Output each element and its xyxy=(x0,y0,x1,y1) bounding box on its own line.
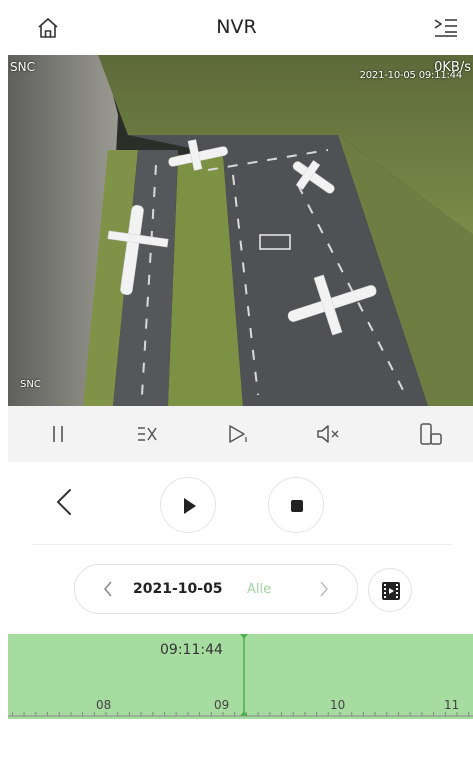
timeline-cursor-time: 09:11:44 xyxy=(160,642,223,658)
list-menu-icon[interactable] xyxy=(433,16,459,40)
divider xyxy=(32,544,452,545)
chevron-left-icon[interactable] xyxy=(52,484,78,520)
chevron-right-icon[interactable] xyxy=(317,578,331,600)
stream-quality-icon[interactable] xyxy=(134,420,162,448)
film-clip-icon[interactable] xyxy=(368,568,412,612)
selected-date[interactable]: 2021-10-05 xyxy=(133,581,223,597)
camera-frame-image xyxy=(8,55,473,406)
rotate-screen-icon[interactable] xyxy=(416,420,444,448)
recording-timeline[interactable]: 09:11:44 08 09 10 11 xyxy=(8,634,473,719)
play-icon xyxy=(184,498,196,514)
video-player[interactable]: SNC 0KB/s 2021-10-05 09:11:44 SNC xyxy=(8,55,473,406)
playback-speed-icon[interactable] xyxy=(224,420,252,448)
stop-button[interactable] xyxy=(268,477,324,533)
date-selector: 2021-10-05 Alle xyxy=(74,564,358,614)
mute-icon[interactable] xyxy=(314,420,342,448)
record-type-filter[interactable]: Alle xyxy=(247,582,271,597)
nvr-playback-screen: NVR SNC 0KB/s 2021-10-05 09:11:44 SNC 20… xyxy=(0,0,473,758)
pause-icon[interactable] xyxy=(44,420,72,448)
timestamp-label: 2021-10-05 09:11:44 xyxy=(359,70,463,81)
channel-label-top: SNC xyxy=(10,60,35,74)
hour-label: 11 xyxy=(444,698,460,712)
hour-label: 09 xyxy=(214,698,230,712)
timeline-ticks xyxy=(8,634,473,717)
playback-buttons-row xyxy=(0,462,473,544)
chevron-left-icon[interactable] xyxy=(101,578,115,600)
channel-label-bottom: SNC xyxy=(20,379,41,390)
page-title: NVR xyxy=(216,16,257,38)
playback-control-bar xyxy=(8,406,473,462)
hour-label: 08 xyxy=(96,698,112,712)
hour-label: 10 xyxy=(330,698,346,712)
cursor-top-marker xyxy=(240,634,248,639)
stop-icon xyxy=(291,500,303,512)
top-bar: NVR xyxy=(0,0,473,55)
play-button[interactable] xyxy=(160,477,216,533)
